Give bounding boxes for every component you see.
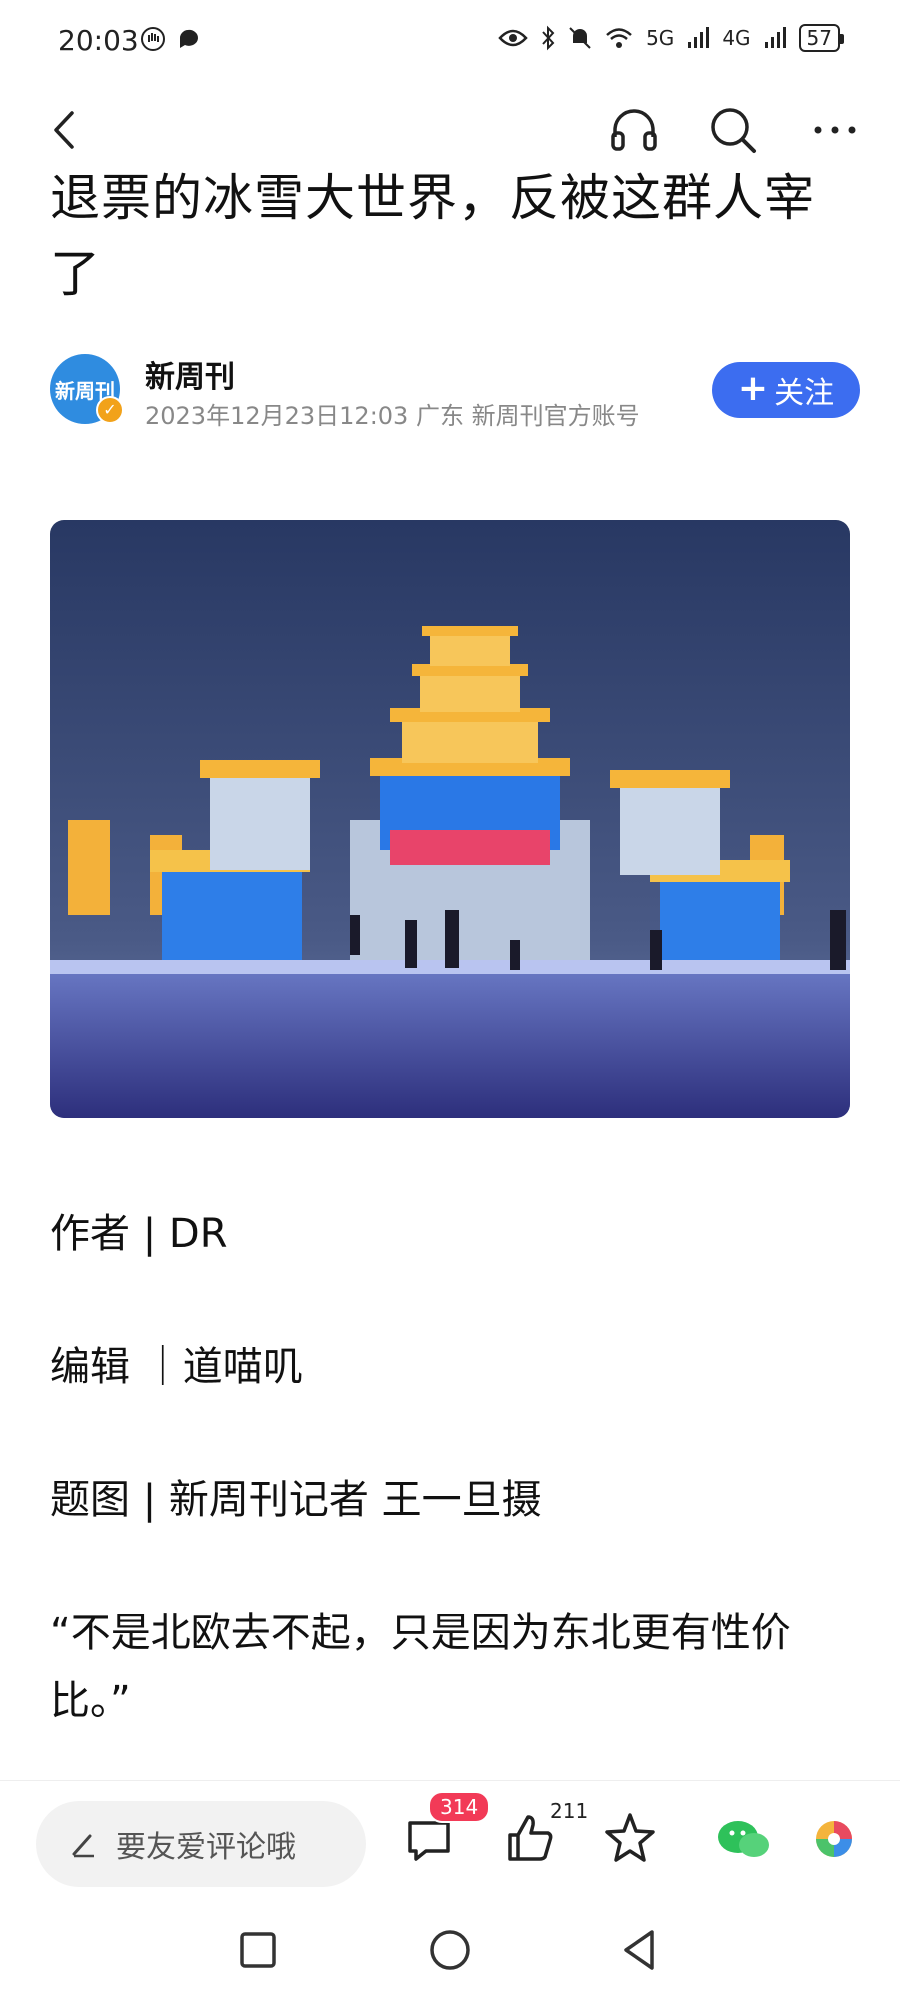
star-icon[interactable]: [600, 1809, 660, 1869]
publish-meta: 2023年12月23日12:03 广东 新周刊官方账号: [145, 402, 640, 430]
back-nav-icon[interactable]: [618, 1928, 662, 1972]
system-nav-bar: [0, 1900, 900, 2000]
verified-check-icon: ✓: [96, 396, 124, 424]
home-icon[interactable]: [428, 1928, 472, 1972]
author-row: 新周刊 ✓ 新周刊 2023年12月23日12:03 广东 新周刊官方账号 + …: [50, 350, 860, 430]
battery-icon: 57: [798, 24, 845, 52]
author-name[interactable]: 新周刊: [145, 352, 235, 396]
search-icon[interactable]: [706, 103, 760, 157]
signal-icon: [688, 27, 710, 48]
bottom-action-bar: 要友爱评论哦 314 211: [0, 1780, 900, 1900]
hand-icon: [141, 27, 165, 51]
paragraph-quote: “不是北欧去不起，只是因为东北更有性价比。”: [50, 1610, 791, 1724]
mute-bell-icon: [569, 27, 591, 49]
more-icon[interactable]: [808, 103, 862, 157]
status-bar: 20:03 5G 4G 57: [0, 0, 900, 90]
network-label-1: 5G: [646, 26, 675, 50]
network-label-2: 4G: [722, 26, 751, 50]
like-count: 211: [550, 1799, 589, 1823]
follow-label: 关注: [774, 376, 835, 411]
eye-icon: [498, 29, 528, 47]
status-right-icons: 5G 4G 57: [498, 24, 845, 52]
comment-placeholder: 要友爱评论哦: [116, 1830, 296, 1865]
follow-button[interactable]: + 关注: [712, 362, 860, 418]
paragraph-author: 作者 | DR: [50, 1211, 228, 1257]
comment-input[interactable]: 要友爱评论哦: [36, 1801, 366, 1887]
wechat-share-icon[interactable]: [710, 1811, 860, 1867]
pen-icon: [72, 1834, 94, 1858]
hero-image[interactable]: [50, 520, 850, 1118]
back-icon[interactable]: [44, 105, 84, 155]
paragraph-editor: 编辑 ｜道喵叽: [50, 1344, 303, 1390]
headphones-icon[interactable]: [607, 103, 661, 157]
status-left-icons: [140, 26, 202, 52]
message-icon: [179, 29, 198, 48]
top-nav: [0, 95, 900, 165]
article-title: 退票的冰雪大世界，反被这群人宰了: [50, 169, 815, 303]
signal-icon: [764, 27, 786, 48]
paragraph-photo-credit: 题图 | 新周刊记者 王一旦摄: [50, 1477, 542, 1523]
plus-icon: +: [737, 367, 769, 409]
comment-count-badge: 314: [428, 1791, 491, 1823]
bluetooth-icon: [542, 25, 555, 51]
wifi-icon: [606, 28, 632, 48]
status-time: 20:03: [58, 24, 139, 57]
recent-apps-icon[interactable]: [236, 1928, 280, 1972]
